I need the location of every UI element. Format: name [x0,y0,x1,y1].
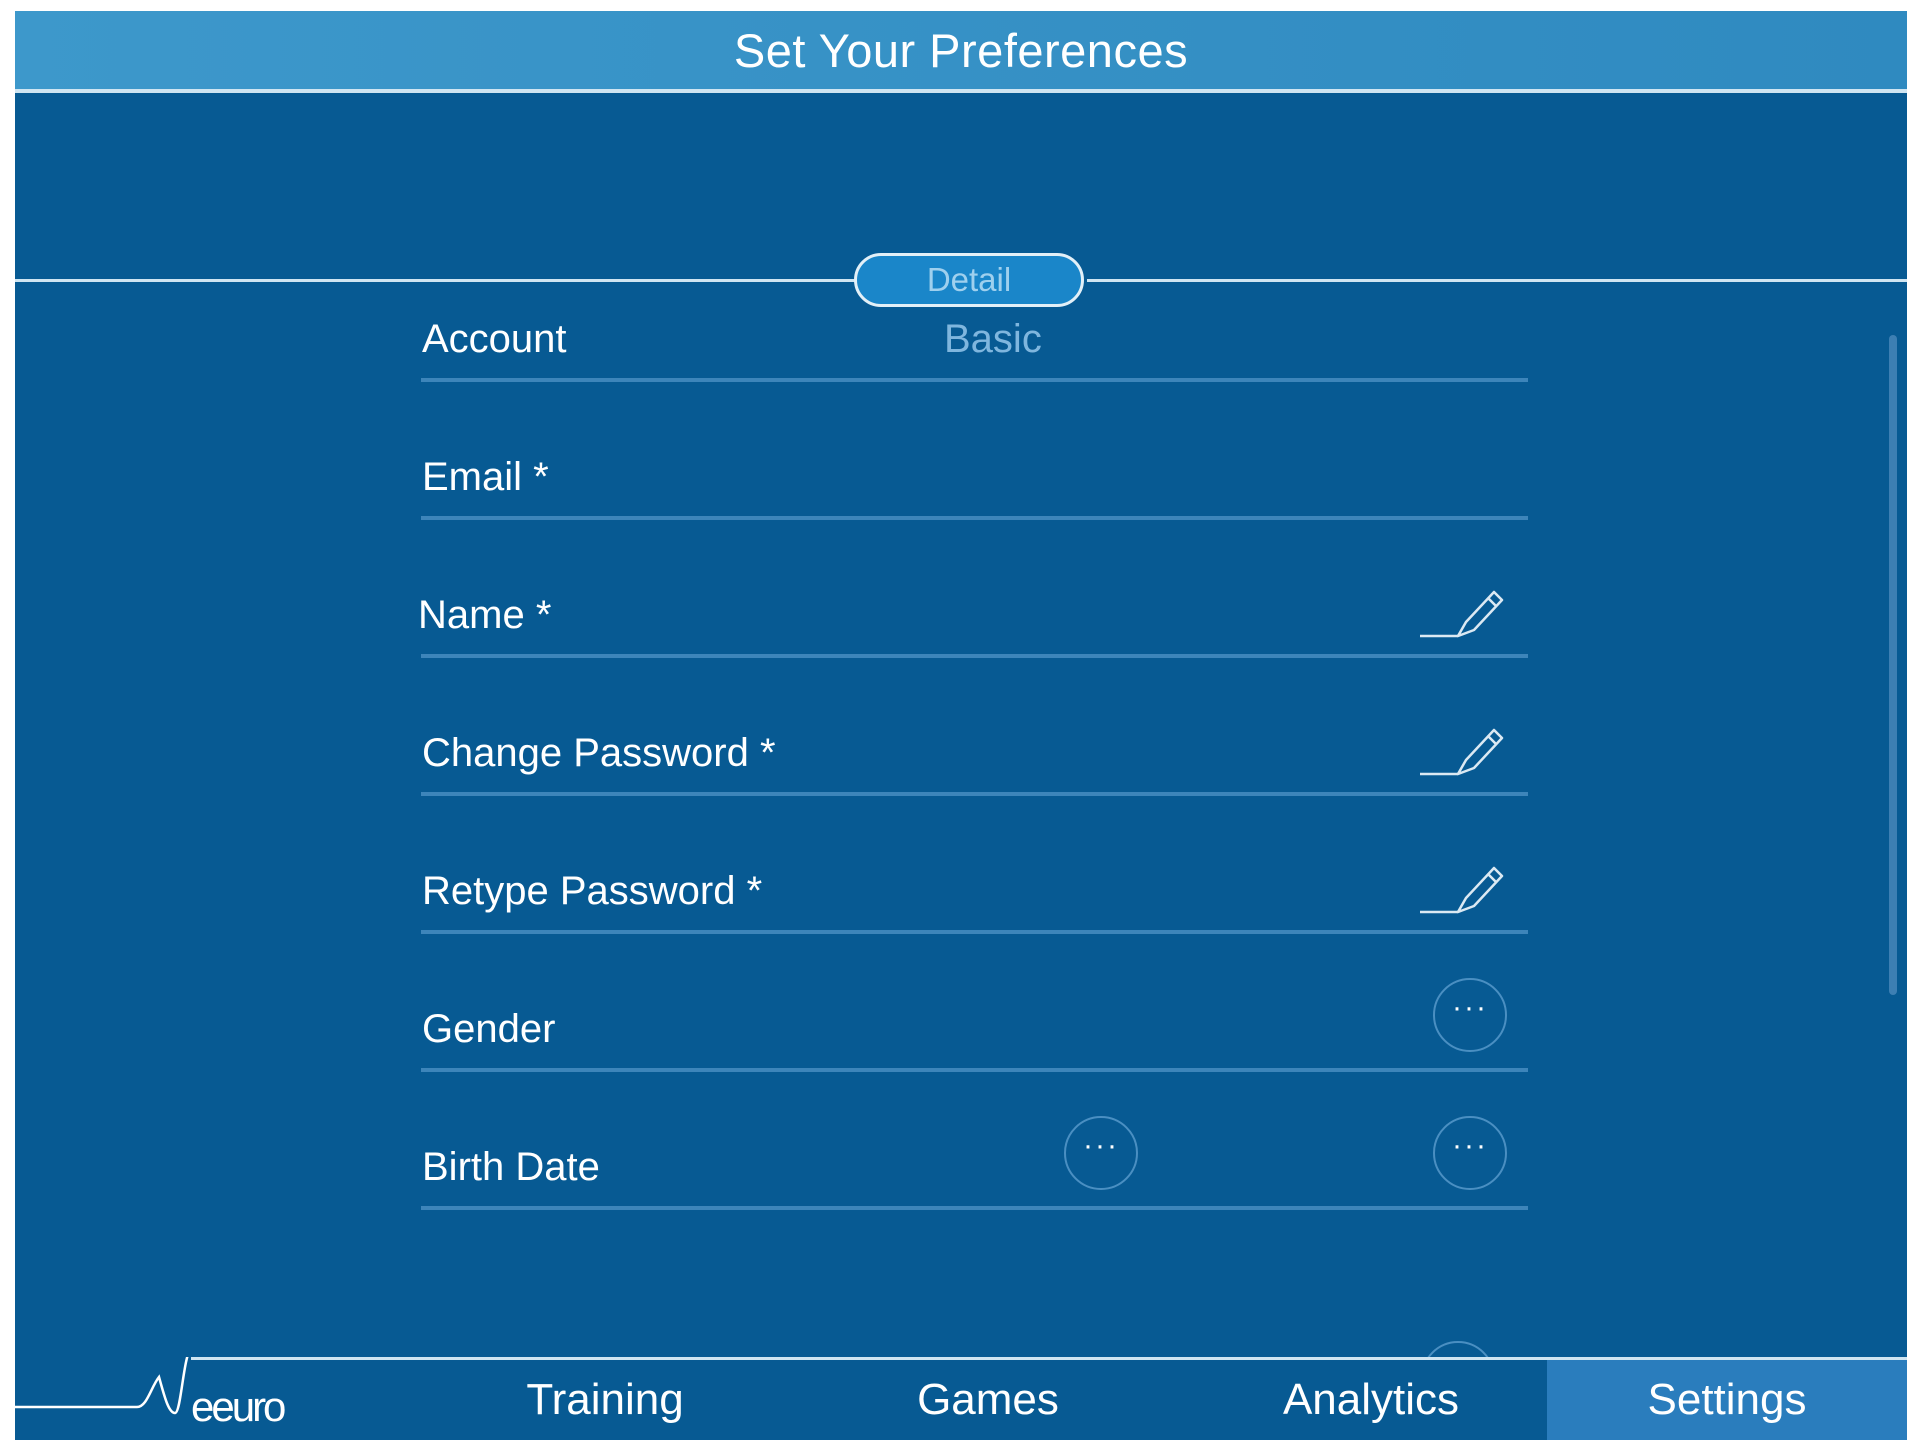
more-options-icon: ··· [1452,991,1488,1024]
bottom-nav: eeuro Training Games Analytics Settings [15,1346,1907,1440]
retype-password-label: Retype Password * [422,869,763,913]
tab-training-label: Training [526,1375,684,1424]
edit-pencil-icon[interactable] [1418,584,1508,640]
tab-training[interactable]: Training [435,1360,775,1440]
account-label: Account [422,317,567,361]
birth-date-month-button[interactable]: ··· [1064,1116,1138,1190]
edit-pencil-icon[interactable] [1418,722,1508,778]
neeuro-logo-icon [15,1346,193,1415]
gender-more-options-button[interactable]: ··· [1433,978,1507,1052]
tab-settings[interactable]: Settings [1547,1360,1907,1440]
tab-games[interactable]: Games [818,1360,1158,1440]
tab-analytics[interactable]: Analytics [1201,1360,1541,1440]
retype-password-row[interactable]: Retype Password * [421,796,1528,934]
tab-games-label: Games [917,1375,1059,1424]
account-value: Basic [944,317,1042,361]
birth-date-label: Birth Date [422,1145,600,1189]
tab-settings-label: Settings [1647,1375,1807,1424]
change-password-row[interactable]: Change Password * [421,658,1528,796]
name-row[interactable]: Name * [418,520,1528,658]
title-bar: Set Your Preferences [15,11,1907,93]
app-window: Set Your Preferences Detail Account Basi… [15,11,1907,1440]
tab-analytics-label: Analytics [1282,1375,1460,1424]
account-row: Account Basic [421,244,1528,382]
vertical-scrollbar[interactable] [1889,335,1897,995]
gender-label: Gender [422,1007,556,1051]
gender-row[interactable]: Gender ··· [421,934,1528,1072]
more-options-icon: ··· [1083,1129,1119,1162]
email-label: Email * [422,455,549,499]
page-title: Set Your Preferences [733,23,1189,77]
change-password-label: Change Password * [422,731,776,775]
neeuro-logo: eeuro [15,1346,305,1440]
birth-date-year-button[interactable]: ··· [1433,1116,1507,1190]
birth-date-row[interactable]: Birth Date ··· ··· [421,1072,1528,1210]
email-row[interactable]: Email * [421,382,1528,520]
logo-text: eeuro [191,1383,286,1430]
edit-pencil-icon[interactable] [1418,860,1508,916]
name-label: Name * [418,593,552,637]
more-options-icon: ··· [1452,1129,1488,1162]
